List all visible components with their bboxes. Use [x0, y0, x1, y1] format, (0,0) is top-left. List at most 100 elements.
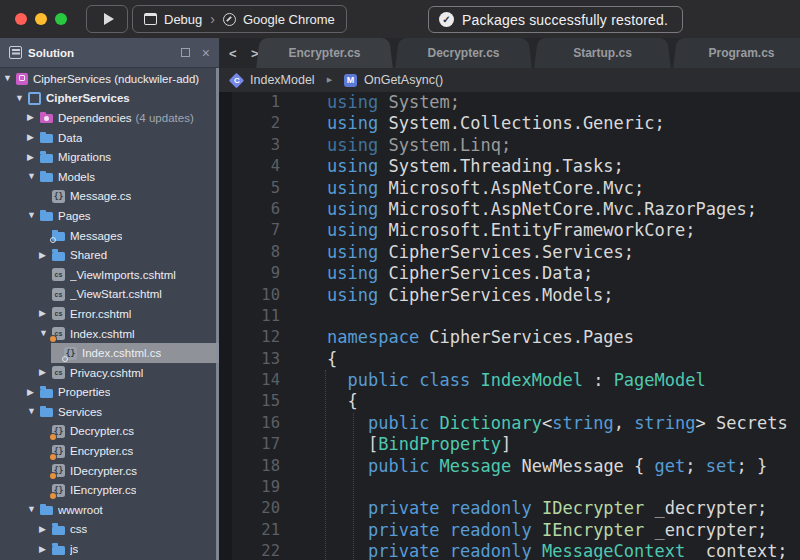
tree-item-idecrypter-cs[interactable]: IDecrypter.cs — [0, 461, 219, 481]
window-close-button[interactable] — [15, 13, 27, 25]
code-line[interactable]: 6using Microsoft.AspNetCore.Mvc.RazorPag… — [219, 199, 800, 220]
run-button[interactable] — [86, 5, 128, 33]
tree-item-viewstart-cshtml[interactable]: _ViewStart.cshtml — [0, 285, 219, 305]
tree-item-message-cs[interactable]: Message.cs — [0, 187, 219, 207]
code-line[interactable]: 16 public Dictionary<string, string> Sec… — [219, 413, 800, 434]
chevron-collapsed-icon[interactable]: ▶ — [27, 388, 40, 397]
code-line[interactable]: 17 [BindProperty] — [219, 434, 800, 455]
tab-decrypter-cs[interactable]: Decrypter.cs — [397, 38, 530, 68]
tree-item-migrations[interactable]: ▶Migrations — [0, 147, 219, 167]
line-number[interactable]: 6 — [232, 199, 280, 220]
line-number[interactable]: 7 — [232, 220, 280, 241]
line-number[interactable]: 1 — [232, 92, 280, 113]
chevron-expanded-icon[interactable]: ▼ — [3, 74, 16, 83]
code-line[interactable]: 12namespace CipherServices.Pages — [219, 327, 800, 348]
chevron-expanded-icon[interactable]: ▼ — [15, 94, 28, 103]
tree-item-models[interactable]: ▼Models — [0, 167, 219, 187]
code-editor[interactable]: 1using System;2using System.Collections.… — [219, 92, 800, 560]
code-line[interactable]: 19 — [219, 477, 800, 498]
window-zoom-button[interactable] — [55, 13, 67, 25]
breadcrumb-type[interactable]: IndexModel — [250, 73, 315, 87]
line-number[interactable]: 16 — [232, 413, 280, 434]
close-pad-icon[interactable]: × — [202, 46, 210, 60]
chevron-expanded-icon[interactable]: ▼ — [27, 211, 40, 220]
code-line[interactable]: 22 private readonly MessageContext _cont… — [219, 541, 800, 560]
tree-item-privacy-cshtml[interactable]: ▶Privacy.cshtml — [0, 363, 219, 383]
tree-item-index-cshtml-cs[interactable]: Index.cshtml.cs — [0, 343, 219, 363]
tree-item-pages[interactable]: ▼Pages — [0, 206, 219, 226]
code-line[interactable]: 10using CipherServices.Models; — [219, 285, 800, 306]
tree-item-wwwroot[interactable]: ▼wwwroot — [0, 500, 219, 520]
tree-item-viewimports-cshtml[interactable]: _ViewImports.cshtml — [0, 265, 219, 285]
chevron-collapsed-icon[interactable]: ▶ — [39, 251, 52, 260]
breakpoint-gutter[interactable] — [219, 92, 232, 560]
line-number[interactable]: 15 — [232, 391, 280, 412]
chevron-collapsed-icon[interactable]: ▶ — [27, 113, 40, 122]
chevron-expanded-icon[interactable]: ▼ — [27, 172, 40, 181]
chevron-expanded-icon[interactable]: ▼ — [27, 407, 40, 416]
chevron-collapsed-icon[interactable]: ▶ — [39, 525, 52, 534]
chevron-expanded-icon[interactable]: ▼ — [27, 505, 40, 514]
tree-item-services[interactable]: ▼Services — [0, 402, 219, 422]
tree-item-messages[interactable]: Messages — [0, 226, 219, 246]
tab-program-cs[interactable]: Program.cs — [675, 38, 800, 68]
chevron-collapsed-icon[interactable]: ▶ — [27, 153, 40, 162]
code-line[interactable]: 2using System.Collections.Generic; — [219, 113, 800, 134]
line-number[interactable]: 8 — [232, 242, 280, 263]
tree-item-css[interactable]: ▶css — [0, 520, 219, 540]
dock-pad-icon[interactable] — [181, 48, 190, 57]
tree-item-data[interactable]: ▶Data — [0, 128, 219, 148]
line-number[interactable]: 18 — [232, 456, 280, 477]
line-number[interactable]: 5 — [232, 178, 280, 199]
line-number[interactable]: 17 — [232, 434, 280, 455]
nav-back-icon[interactable]: < — [229, 38, 237, 68]
tab-startup-cs[interactable]: Startup.cs — [536, 38, 669, 68]
breadcrumb-member[interactable]: OnGetAsync() — [364, 73, 443, 87]
tab-encrypter-cs[interactable]: Encrypter.cs — [258, 38, 391, 68]
line-number[interactable]: 10 — [232, 285, 280, 306]
code-line[interactable]: 11 — [219, 306, 800, 327]
code-line[interactable]: 9using CipherServices.Data; — [219, 263, 800, 284]
code-line[interactable]: 7using Microsoft.EntityFrameworkCore; — [219, 220, 800, 241]
code-line[interactable]: 5using Microsoft.AspNetCore.Mvc; — [219, 178, 800, 199]
chevron-collapsed-icon[interactable]: ▶ — [27, 133, 40, 142]
line-number[interactable]: 14 — [232, 370, 280, 391]
chevron-collapsed-icon[interactable]: ▶ — [39, 368, 52, 377]
line-number[interactable]: 12 — [232, 327, 280, 348]
tree-item-iencrypter-cs[interactable]: IEncrypter.cs — [0, 480, 219, 500]
code-line[interactable]: 20 private readonly IDecrypter _decrypte… — [219, 498, 800, 519]
line-number[interactable]: 9 — [232, 263, 280, 284]
code-line[interactable]: 18 public Message NewMessage { get; set;… — [219, 456, 800, 477]
code-line[interactable]: 14 public class IndexModel : PageModel — [219, 370, 800, 391]
tree-item-shared[interactable]: ▶Shared — [0, 245, 219, 265]
tree-item-dependencies[interactable]: ▶Dependencies(4 updates) — [0, 108, 219, 128]
line-number[interactable]: 19 — [232, 477, 280, 498]
window-minimize-button[interactable] — [35, 13, 47, 25]
code-line[interactable]: 21 private readonly IEncrypter _encrypte… — [219, 520, 800, 541]
code-line[interactable]: 3using System.Linq; — [219, 135, 800, 156]
tree-item-index-cshtml[interactable]: ▼Index.cshtml — [0, 324, 219, 344]
tree-item-cipherservices[interactable]: ▼CipherServices — [0, 89, 219, 109]
code-line[interactable]: 4using System.Threading.Tasks; — [219, 156, 800, 177]
line-number[interactable]: 4 — [232, 156, 280, 177]
tree-item-encrypter-cs[interactable]: Encrypter.cs — [0, 441, 219, 461]
line-number[interactable]: 21 — [232, 520, 280, 541]
code-line[interactable]: 13{ — [219, 349, 800, 370]
run-configuration-selector[interactable]: Debug › Google Chrome — [132, 5, 347, 33]
code-line[interactable]: 8using CipherServices.Services; — [219, 242, 800, 263]
line-number[interactable]: 2 — [232, 113, 280, 134]
tree-item-js[interactable]: ▶js — [0, 539, 219, 559]
line-number[interactable]: 11 — [232, 306, 280, 327]
line-number[interactable]: 22 — [232, 541, 280, 560]
chevron-collapsed-icon[interactable]: ▶ — [39, 309, 52, 318]
line-number[interactable]: 3 — [232, 135, 280, 156]
tree-item-error-cshtml[interactable]: ▶Error.cshtml — [0, 304, 219, 324]
code-line[interactable]: 15 { — [219, 391, 800, 412]
tree-item-properties[interactable]: ▶Properties — [0, 383, 219, 403]
chevron-collapsed-icon[interactable]: ▶ — [39, 545, 52, 554]
code-line[interactable]: 1using System; — [219, 92, 800, 113]
tree-item-decrypter-cs[interactable]: Decrypter.cs — [0, 422, 219, 442]
line-number[interactable]: 20 — [232, 498, 280, 519]
tree-item-cipherservices-nduckwiler-add[interactable]: ▼CipherServices (nduckwiler-add) — [0, 69, 219, 89]
line-number[interactable]: 13 — [232, 349, 280, 370]
